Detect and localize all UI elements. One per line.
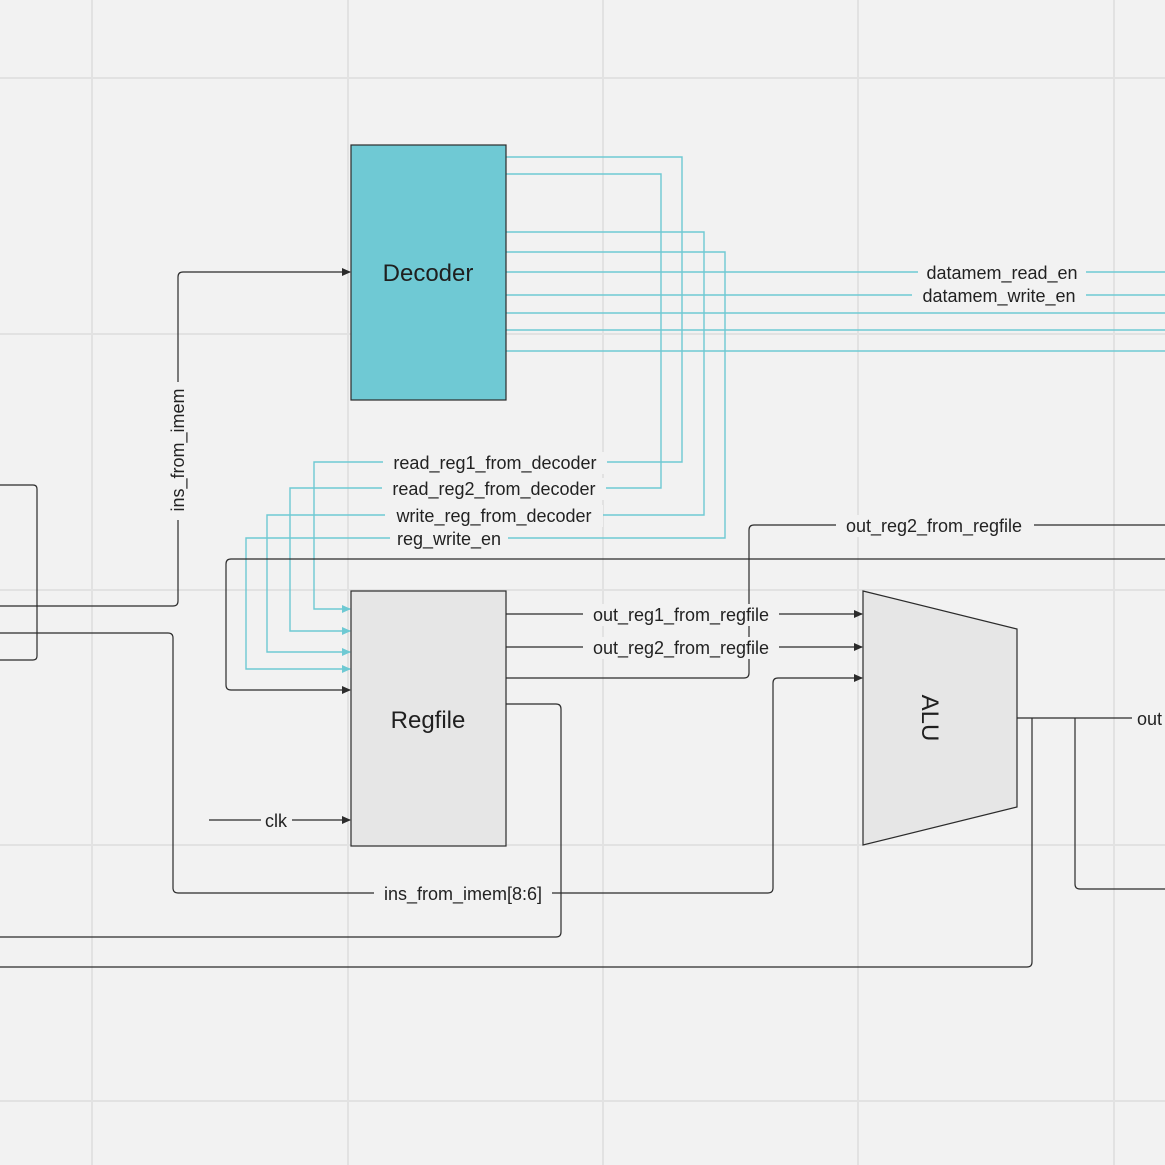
datapath-diagram: Decoder Regfile ALU ins_from_imem datame…	[0, 0, 1165, 1165]
out-reg1-from-regfile-label: out_reg1_from_regfile	[593, 605, 769, 626]
datamem-read-en-label: datamem_read_en	[926, 263, 1077, 284]
ins-from-imem-8-6-label: ins_from_imem[8:6]	[384, 884, 542, 905]
out-reg2-from-regfile-label: out_reg2_from_regfile	[593, 638, 769, 659]
out-reg2-from-regfile-top-label: out_reg2_from_regfile	[846, 516, 1022, 537]
decoder-label: Decoder	[383, 260, 474, 287]
data-wires	[0, 268, 1165, 968]
clk-label: clk	[265, 811, 288, 831]
reg-write-en-label: reg_write_en	[397, 529, 501, 550]
write-reg-from-decoder-label: write_reg_from_decoder	[395, 506, 591, 527]
alu-out-label: out	[1137, 709, 1162, 729]
alu-label: ALU	[916, 695, 943, 742]
ins-from-imem-label: ins_from_imem	[168, 388, 189, 511]
regfile-label: Regfile	[391, 707, 466, 734]
read-reg1-from-decoder-label: read_reg1_from_decoder	[393, 453, 596, 474]
background-grid	[0, 0, 1165, 1165]
signal-labels: ins_from_imem datamem_read_en datamem_wr…	[168, 262, 1165, 905]
read-reg2-from-decoder-label: read_reg2_from_decoder	[392, 479, 595, 500]
datamem-write-en-label: datamem_write_en	[922, 286, 1075, 307]
